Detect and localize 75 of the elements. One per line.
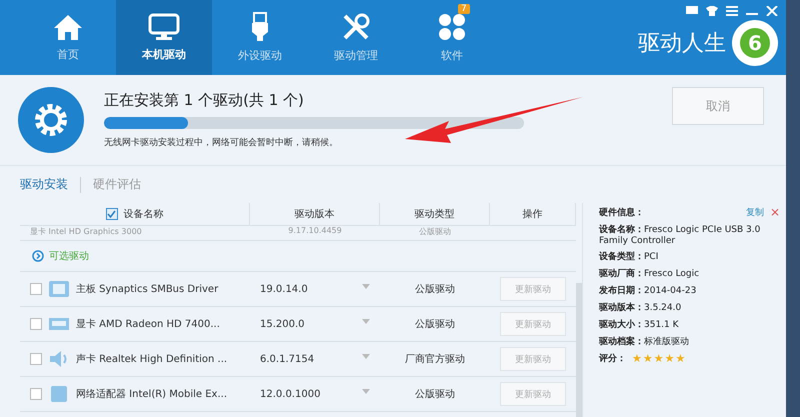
driver-version: 15.200.0	[260, 318, 305, 330]
logo: 6	[732, 20, 778, 66]
device-name: 网络适配器 Intel(R) Mobile Ex...	[76, 388, 228, 401]
select-all-checkbox[interactable]	[106, 208, 118, 220]
dropdown-caret-icon[interactable]	[362, 318, 370, 324]
chip-icon	[48, 280, 70, 298]
driver-type: 公版驱动	[414, 283, 456, 296]
driver-type: 公版驱动	[414, 388, 456, 401]
row-checkbox[interactable]	[30, 318, 42, 330]
nav-tab[interactable]: 外设驱动	[212, 0, 308, 75]
table-cell-text: 9.17.10.4459	[287, 226, 343, 235]
driver-type: 公版驱动	[414, 318, 456, 331]
info-field: 驱动大小：351.1 K	[599, 318, 780, 331]
star-icon: ★	[664, 352, 674, 365]
driver-version: 19.0.14.0	[260, 284, 308, 294]
column-header: 设备名称	[124, 208, 164, 221]
rating-label: 评分：	[599, 352, 626, 365]
device-name: 显卡 AMD Radeon HD 7400...	[76, 318, 220, 331]
notification-badge: 7	[458, 4, 470, 14]
copy-link[interactable]: 复制	[746, 206, 764, 218]
home-icon	[53, 13, 83, 41]
group-label: 可选驱动	[49, 250, 89, 263]
info-field: 驱动版本：3.5.24.0	[599, 301, 780, 314]
dropdown-caret-icon[interactable]	[362, 388, 370, 394]
table-cell-text: 显卡 Intel HD Graphics 3000	[29, 226, 143, 237]
tools-icon	[341, 12, 371, 42]
info-field: 设备名称：Fresco Logic PCIe USB 3.0 Family Controller	[599, 223, 780, 246]
update-driver-button[interactable]: 更新驱动	[500, 277, 566, 301]
nav-tab[interactable]: 软件 7	[404, 0, 500, 75]
dropdown-caret-icon[interactable]	[362, 354, 370, 358]
close-icon[interactable]	[766, 6, 778, 16]
driver-type: 厂商官方驱动	[404, 352, 466, 366]
shirt-icon[interactable]	[706, 6, 718, 16]
install-note: 无线网卡驱动安装过程中，网络可能会暂时中断，请稍候。	[104, 136, 339, 149]
nav-tab[interactable]: 驱动管理	[308, 0, 404, 75]
network-card-icon	[48, 385, 70, 403]
install-status-title: 正在安装第 1 个驱动(共 1 个)	[104, 91, 305, 110]
info-field: 驱动厂商：Fresco Logic	[599, 267, 780, 280]
row-checkbox[interactable]	[30, 283, 42, 295]
update-driver-button[interactable]: 更新驱动	[500, 347, 566, 371]
view-tab[interactable]: 硬件评估	[93, 176, 141, 193]
close-button[interactable]: ×	[770, 205, 780, 219]
column-header: 驱动类型	[414, 208, 454, 221]
device-name: 主板 Synaptics SMBus Driver	[76, 282, 218, 296]
update-driver-button[interactable]: 更新驱动	[500, 312, 566, 336]
dropdown-caret-icon[interactable]	[362, 284, 370, 288]
info-title: 硬件信息：	[599, 206, 644, 218]
feedback-icon[interactable]	[686, 6, 698, 16]
cancel-button[interactable]: 取消	[672, 87, 764, 125]
driver-version: 6.0.1.7154	[260, 354, 314, 364]
info-field: 驱动档案：标准版驱动	[599, 335, 780, 348]
table-cell-text: 公版驱动	[418, 226, 452, 237]
clover-icon	[437, 12, 467, 42]
scrollbar[interactable]	[576, 283, 582, 417]
star-icon: ★	[632, 352, 642, 365]
graphics-card-icon	[48, 315, 70, 333]
nav-tab[interactable]: 首页	[20, 0, 116, 75]
device-name: 声卡 Realtek High Definition ...	[76, 352, 228, 366]
monitor-icon	[148, 13, 180, 41]
star-icon: ★	[642, 352, 653, 365]
usb-plug-icon	[250, 12, 270, 42]
update-driver-button[interactable]: 更新驱动	[500, 382, 566, 406]
nav-tab[interactable]: 本机驱动	[116, 0, 212, 75]
column-header: 驱动版本	[294, 208, 334, 221]
brand-name: 驱动人生	[638, 30, 726, 58]
driver-version: 12.0.0.1000	[260, 388, 320, 400]
info-field: 设备类型：PCI	[599, 250, 780, 263]
menu-icon[interactable]	[726, 6, 738, 16]
column-header: 操作	[522, 208, 542, 221]
info-field: 发布日期：2014-04-23	[599, 284, 780, 297]
row-checkbox[interactable]	[30, 353, 42, 365]
row-checkbox[interactable]	[30, 388, 42, 400]
star-icon: ★	[676, 352, 686, 365]
view-tab[interactable]: 驱动安装	[20, 176, 68, 193]
star-icon: ★	[654, 352, 664, 365]
